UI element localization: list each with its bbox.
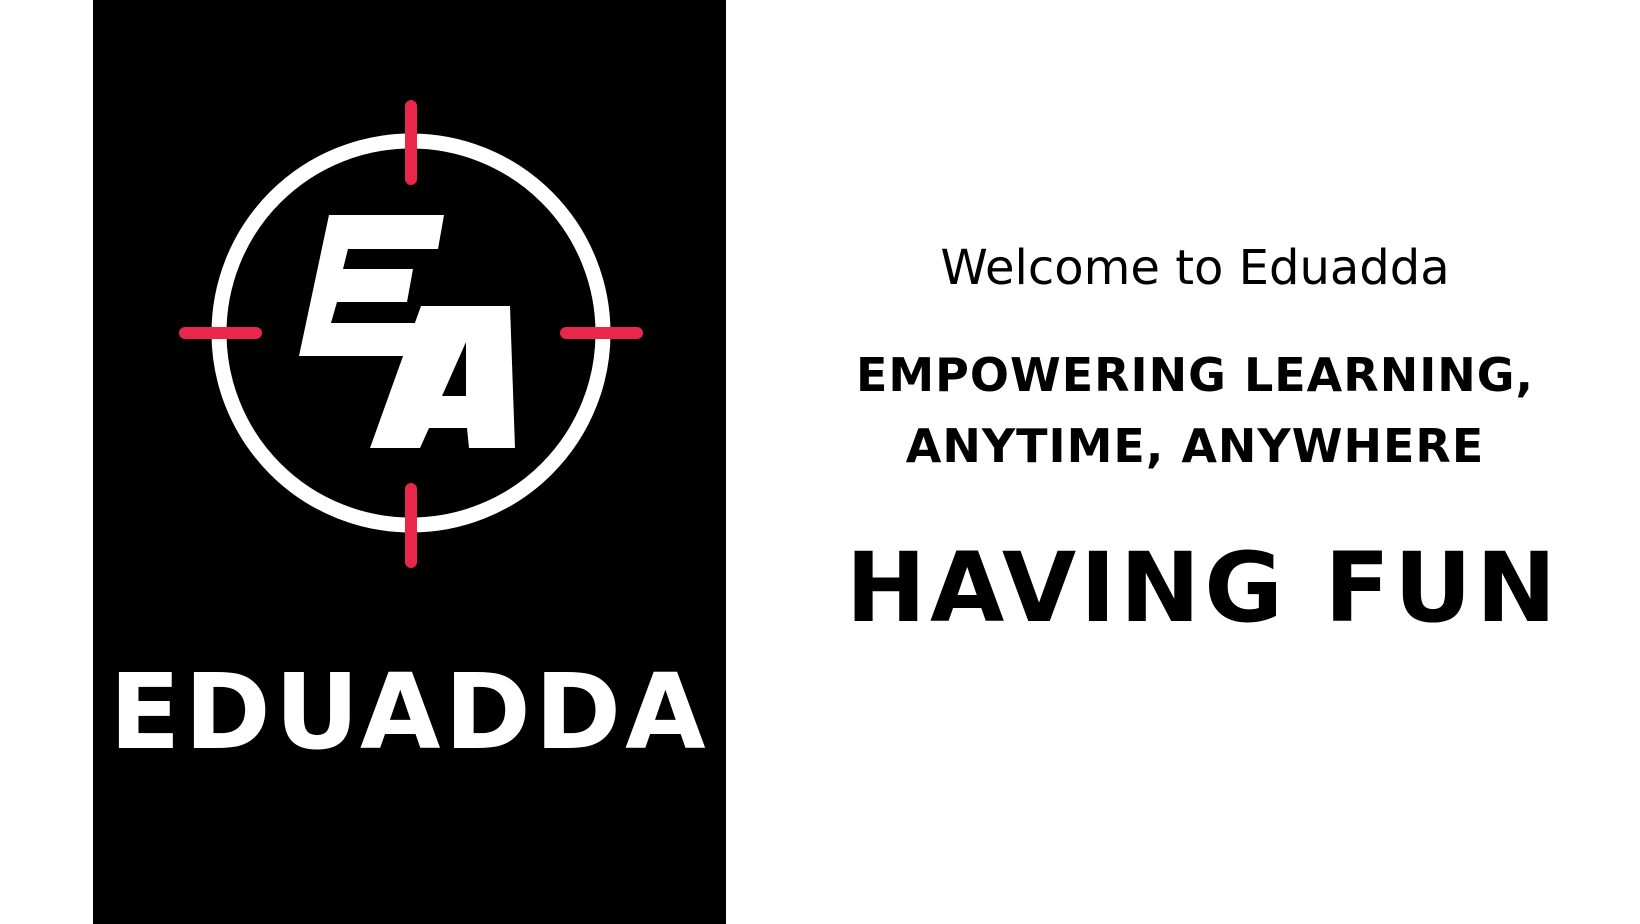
- page: EDUADDA Welcome to Eduadda EMPOWERING LE…: [0, 0, 1640, 924]
- tagline-line-2: ANYTIME, ANYWHERE: [905, 419, 1485, 474]
- logo-panel: EDUADDA: [93, 0, 726, 924]
- tagline-line-1: EMPOWERING LEARNING,: [855, 348, 1535, 402]
- tagline: EMPOWERING LEARNING, ANYTIME, ANYWHERE: [726, 340, 1640, 483]
- headline: HAVING FUN: [845, 532, 1561, 644]
- eduadda-logo: [179, 100, 643, 568]
- brand-name: EDUADDA: [109, 651, 710, 773]
- welcome-text: Welcome to Eduadda: [940, 240, 1450, 296]
